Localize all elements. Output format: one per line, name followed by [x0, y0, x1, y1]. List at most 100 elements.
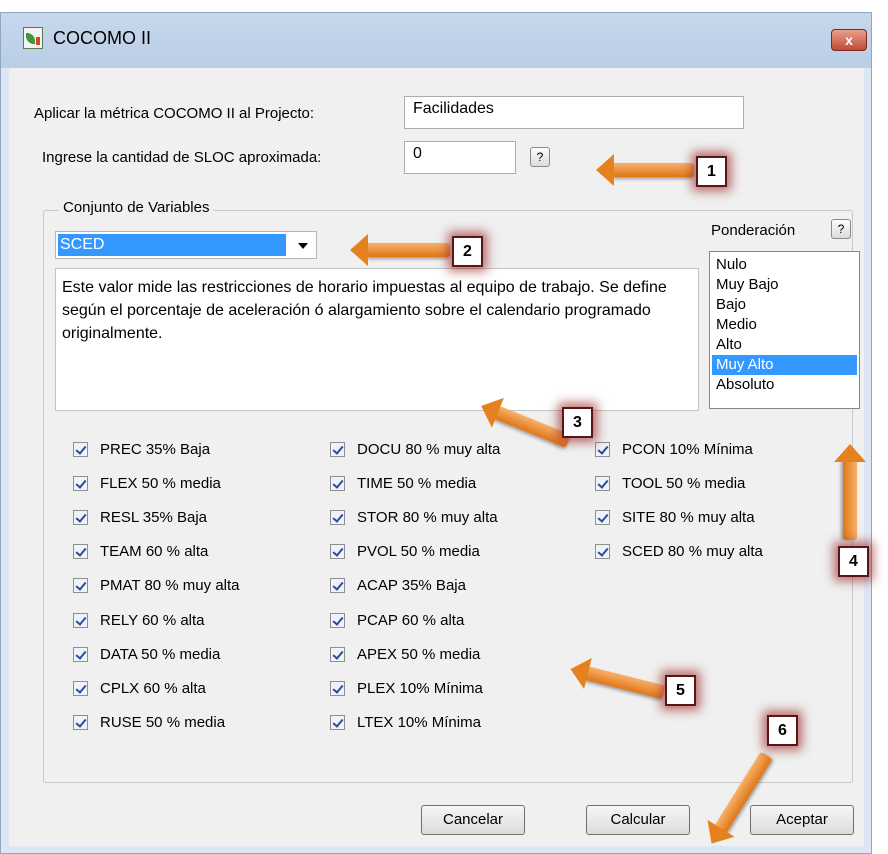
checkbox-checked-icon[interactable]	[73, 509, 88, 525]
checkbox-checked-icon[interactable]	[330, 441, 345, 457]
checkbox-rely[interactable]: RELY 60 % alta	[73, 607, 205, 633]
checkbox-checked-icon[interactable]	[330, 475, 345, 491]
title-bar: COCOMO II x	[1, 13, 871, 68]
checkbox-checked-icon[interactable]	[330, 577, 345, 593]
annotation-badge-5: 5	[665, 675, 696, 706]
checkbox-label: RUSE 50 % media	[100, 713, 226, 731]
checkbox-site[interactable]: SITE 80 % muy alta	[595, 504, 755, 530]
checkbox-time[interactable]: TIME 50 % media	[330, 470, 476, 496]
checkbox-ltex[interactable]: LTEX 10% Mínima	[330, 709, 481, 735]
app-icon	[23, 27, 43, 49]
checkbox-label: ACAP 35% Baja	[357, 576, 466, 594]
checkbox-label: DATA 50 % media	[100, 645, 221, 663]
checkbox-stor[interactable]: STOR 80 % muy alta	[330, 504, 498, 530]
checkbox-tool[interactable]: TOOL 50 % media	[595, 470, 745, 496]
ponderacion-option[interactable]: Absoluto	[712, 375, 857, 395]
project-input[interactable]: Facilidades	[404, 96, 744, 129]
project-label: Aplicar la métrica COCOMO II al Projecto…	[34, 105, 315, 122]
checkbox-label: PVOL 50 % media	[357, 542, 480, 560]
checkbox-cplx[interactable]: CPLX 60 % alta	[73, 675, 206, 701]
ponderacion-option[interactable]: Bajo	[712, 295, 857, 315]
checkbox-checked-icon[interactable]	[595, 441, 610, 457]
window-title: COCOMO II	[53, 28, 151, 48]
sloc-label: Ingrese la cantidad de SLOC aproximada:	[42, 149, 322, 166]
checkbox-label: TEAM 60 % alta	[100, 542, 209, 560]
checkbox-docu[interactable]: DOCU 80 % muy alta	[330, 436, 500, 462]
annotation-badge-3: 3	[562, 407, 593, 438]
checkbox-team[interactable]: TEAM 60 % alta	[73, 538, 208, 564]
checkbox-label: PCAP 60 % alta	[357, 611, 465, 629]
checkbox-checked-icon[interactable]	[330, 714, 345, 730]
annotation-arrow-2	[350, 234, 450, 266]
checkbox-checked-icon[interactable]	[595, 475, 610, 491]
checkbox-checked-icon[interactable]	[595, 509, 610, 525]
checkbox-checked-icon[interactable]	[73, 612, 88, 628]
variables-group-label: Conjunto de Variables	[59, 199, 214, 216]
ponderacion-label: Ponderación	[711, 222, 796, 239]
checkbox-checked-icon[interactable]	[595, 543, 610, 559]
sloc-input[interactable]: 0	[404, 141, 516, 174]
ponderacion-option[interactable]: Medio	[712, 315, 857, 335]
checkbox-label: TOOL 50 % media	[622, 474, 746, 492]
checkbox-ruse[interactable]: RUSE 50 % media	[73, 709, 225, 735]
checkbox-pcap[interactable]: PCAP 60 % alta	[330, 607, 464, 633]
checkbox-data[interactable]: DATA 50 % media	[73, 641, 220, 667]
checkbox-checked-icon[interactable]	[330, 509, 345, 525]
checkbox-checked-icon[interactable]	[73, 475, 88, 491]
checkbox-label: PCON 10% Mínima	[622, 440, 753, 458]
checkbox-pmat[interactable]: PMAT 80 % muy alta	[73, 572, 240, 598]
variable-description: Este valor mide las restricciones de hor…	[55, 268, 699, 411]
annotation-arrow-1	[596, 154, 694, 186]
accept-button[interactable]: Aceptar	[750, 805, 854, 835]
checkbox-label: STOR 80 % muy alta	[357, 508, 498, 526]
checkbox-checked-icon[interactable]	[330, 646, 345, 662]
ponderacion-option-selected[interactable]: Muy Alto	[712, 355, 857, 375]
checkbox-checked-icon[interactable]	[330, 543, 345, 559]
variable-dropdown[interactable]: SCED	[55, 231, 317, 259]
checkbox-label: PREC 35% Baja	[100, 440, 211, 458]
checkbox-label: TIME 50 % media	[357, 474, 477, 492]
checkbox-plex[interactable]: PLEX 10% Mínima	[330, 675, 483, 701]
checkbox-checked-icon[interactable]	[73, 646, 88, 662]
checkbox-prec[interactable]: PREC 35% Baja	[73, 436, 210, 462]
sloc-help-button[interactable]: ?	[530, 147, 550, 167]
variable-selected-value: SCED	[58, 234, 286, 256]
ponderacion-help-button[interactable]: ?	[831, 219, 851, 239]
annotation-badge-1: 1	[696, 156, 727, 187]
checkbox-label: SITE 80 % muy alta	[622, 508, 755, 526]
annotation-badge-2: 2	[452, 236, 483, 267]
checkbox-checked-icon[interactable]	[73, 543, 88, 559]
checkbox-label: SCED 80 % muy alta	[622, 542, 763, 560]
checkbox-checked-icon[interactable]	[73, 577, 88, 593]
checkbox-checked-icon[interactable]	[330, 612, 345, 628]
checkbox-checked-icon[interactable]	[73, 680, 88, 696]
checkbox-label: APEX 50 % media	[357, 645, 481, 663]
close-button[interactable]: x	[831, 29, 867, 51]
cocomo-window: COCOMO II x Aplicar la métrica COCOMO II…	[0, 12, 872, 854]
ponderacion-option[interactable]: Muy Bajo	[712, 275, 857, 295]
checkbox-label: PLEX 10% Mínima	[357, 679, 483, 697]
checkbox-label: DOCU 80 % muy alta	[357, 440, 501, 458]
checkbox-pcon[interactable]: PCON 10% Mínima	[595, 436, 753, 462]
chevron-down-icon[interactable]	[298, 243, 308, 249]
checkbox-apex[interactable]: APEX 50 % media	[330, 641, 480, 667]
ponderacion-option[interactable]: Nulo	[712, 255, 857, 275]
checkbox-resl[interactable]: RESL 35% Baja	[73, 504, 207, 530]
annotation-arrow-4	[834, 444, 866, 540]
checkbox-checked-icon[interactable]	[73, 441, 88, 457]
checkbox-label: RESL 35% Baja	[100, 508, 208, 526]
checkbox-sced[interactable]: SCED 80 % muy alta	[595, 538, 763, 564]
ponderacion-option[interactable]: Alto	[712, 335, 857, 355]
checkbox-label: RELY 60 % alta	[100, 611, 205, 629]
checkbox-pvol[interactable]: PVOL 50 % media	[330, 538, 480, 564]
calculate-button[interactable]: Calcular	[586, 805, 690, 835]
checkbox-checked-icon[interactable]	[73, 714, 88, 730]
annotation-badge-4: 4	[838, 546, 869, 577]
checkbox-label: PMAT 80 % muy alta	[100, 576, 240, 594]
cancel-button[interactable]: Cancelar	[421, 805, 525, 835]
checkbox-flex[interactable]: FLEX 50 % media	[73, 470, 221, 496]
checkbox-checked-icon[interactable]	[330, 680, 345, 696]
checkbox-label: FLEX 50 % media	[100, 474, 221, 492]
ponderacion-listbox[interactable]: Nulo Muy Bajo Bajo Medio Alto Muy Alto A…	[709, 251, 860, 409]
checkbox-acap[interactable]: ACAP 35% Baja	[330, 572, 466, 598]
